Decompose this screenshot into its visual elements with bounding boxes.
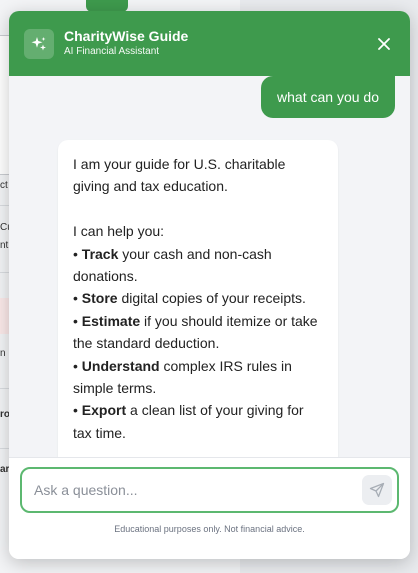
composer: Educational purposes only. Not financial… [9,457,410,559]
capability-keyword: Estimate [81,312,141,329]
background-text-fragment: n [0,348,6,359]
sparkle-icon [24,28,54,59]
background-divider [0,272,9,273]
capability-keyword: Store [81,290,118,307]
close-icon [378,37,390,50]
background-divider [0,448,9,449]
background-alert [0,298,9,334]
capability-keyword: Understand [81,357,160,374]
capability-item: • Understand complex IRS rules in simple… [73,357,292,397]
background-text-fragment: ar [0,464,9,475]
capability-item: • Estimate if you should itemize or take… [73,312,318,352]
user-message: what can you do [261,76,395,118]
capability-item: • Store digital copies of your receipts. [73,290,306,307]
message-list[interactable]: what can you do I am your guide for U.S.… [9,76,410,457]
question-input-box[interactable] [20,467,399,513]
header-titles: CharityWise Guide AI Financial Assistant [64,28,373,59]
question-input[interactable] [34,482,362,498]
background-text-fragment: Cu [0,222,9,233]
background-text-fragment: ro [0,409,9,420]
capability-keyword: Track [81,245,119,262]
chat-title: CharityWise Guide [64,28,189,44]
capability-item: • Track your cash and non-cash donations… [73,245,272,285]
chat-header: CharityWise Guide AI Financial Assistant [9,11,410,76]
capability-item: • Export a clean list of your giving for… [73,402,304,441]
chat-panel: CharityWise Guide AI Financial Assistant… [9,11,410,559]
chat-subtitle: AI Financial Assistant [64,46,160,57]
disclaimer: Educational purposes only. Not financial… [114,524,305,534]
background-divider [0,388,9,389]
send-icon [369,482,385,498]
assistant-message: I am your guide for U.S. charitable givi… [58,140,338,457]
background-text-fragment: nti [0,240,9,251]
send-button[interactable] [362,475,392,505]
background-text-fragment: ct [0,180,8,191]
assistant-lead: I can help you: [73,223,165,240]
assistant-intro: I am your guide for U.S. charitable givi… [73,156,286,195]
close-button[interactable] [373,33,395,55]
capability-keyword: Export [81,402,127,419]
capability-text: digital copies of your receipts. [117,290,306,307]
background-divider [0,205,9,206]
